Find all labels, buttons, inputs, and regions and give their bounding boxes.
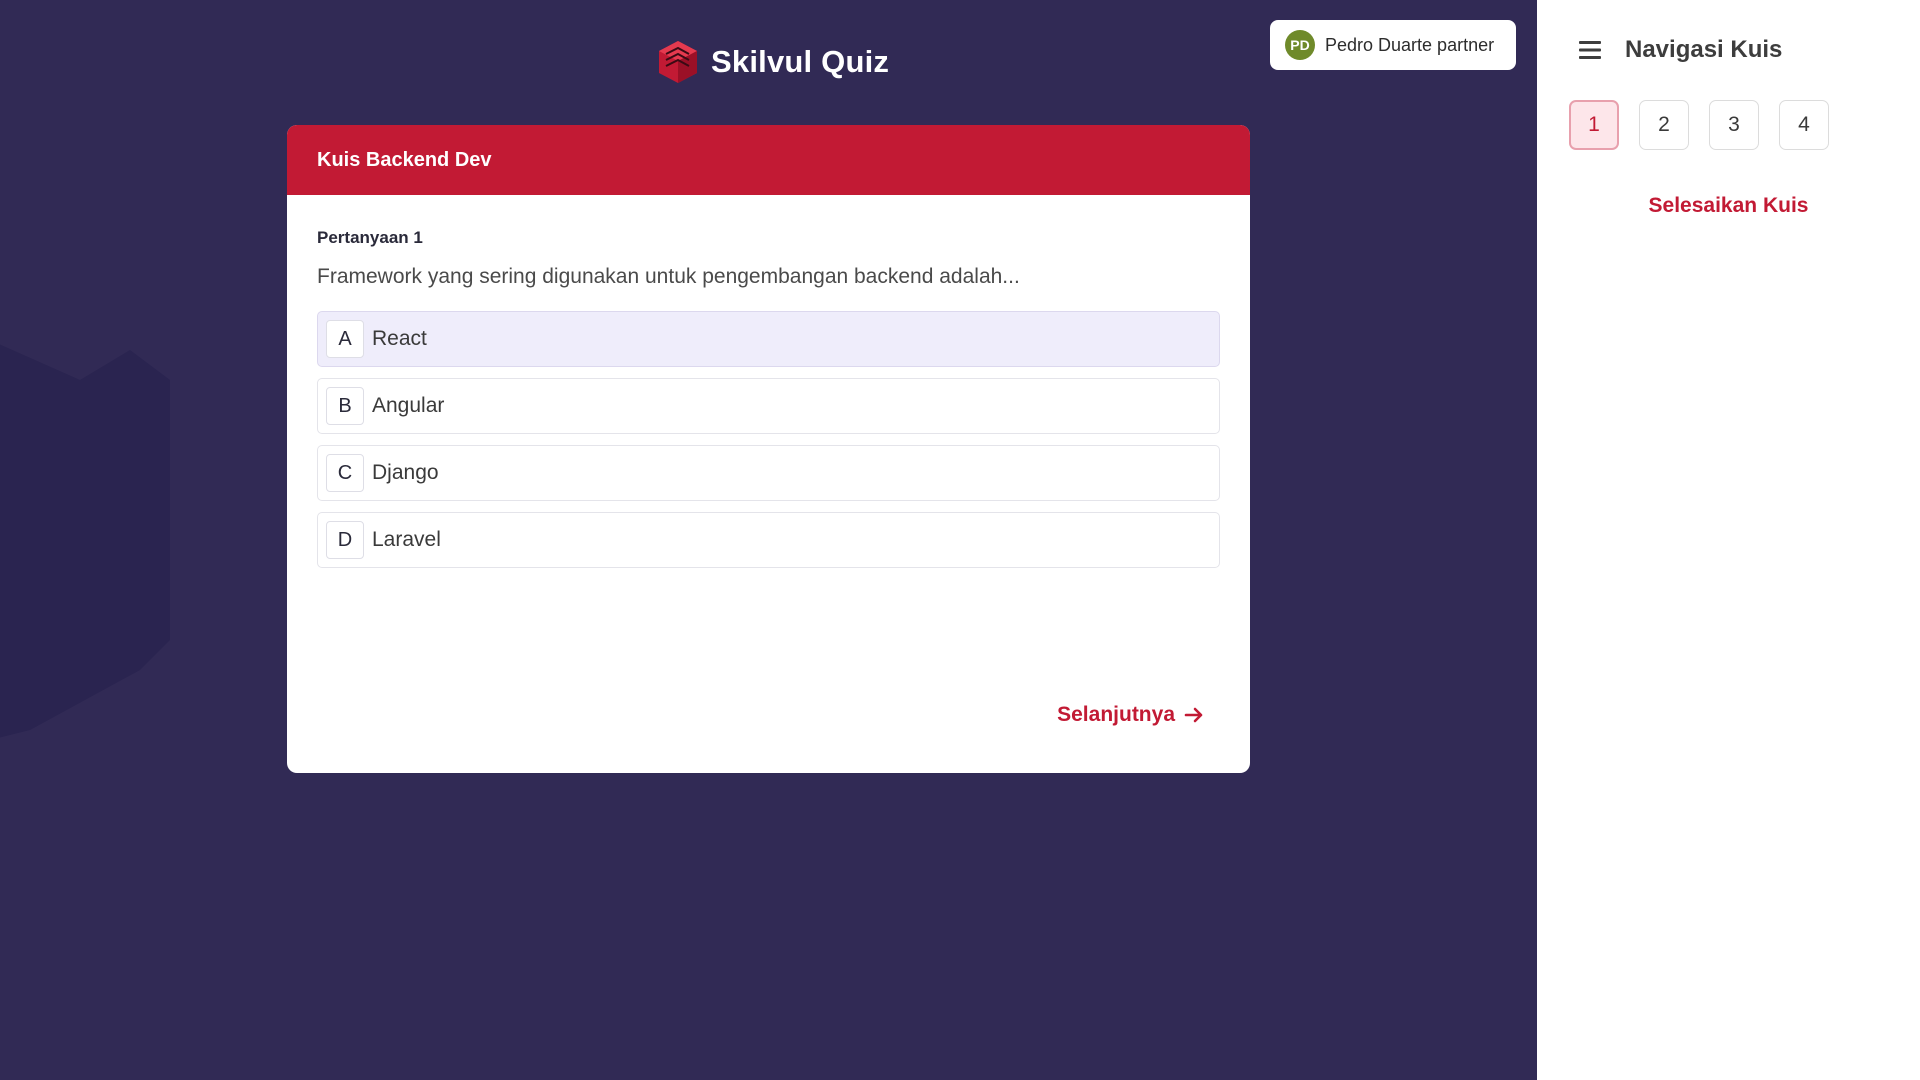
option-d[interactable]: D Laravel <box>317 512 1220 568</box>
sidebar-header: Navigasi Kuis <box>1577 36 1782 64</box>
quiz-navigation-sidebar: Navigasi Kuis 1 2 3 4 Selesaikan Kuis <box>1537 0 1920 1080</box>
next-button[interactable]: Selanjutnya <box>1057 703 1204 727</box>
finish-quiz-button[interactable]: Selesaikan Kuis <box>1537 194 1920 218</box>
answer-options: A React B Angular C Django D Laravel <box>317 311 1220 568</box>
sidebar-title: Navigasi Kuis <box>1625 36 1783 63</box>
main-area: Skilvul Quiz PD Pedro Duarte partner Kui… <box>0 0 1537 1080</box>
option-text: Angular <box>372 394 445 417</box>
question-nav-3[interactable]: 3 <box>1709 100 1759 150</box>
option-letter: B <box>326 387 364 425</box>
user-profile-button[interactable]: PD Pedro Duarte partner <box>1270 20 1516 70</box>
question-nav-4[interactable]: 4 <box>1779 100 1829 150</box>
question-nav-1[interactable]: 1 <box>1569 100 1619 150</box>
background-decoration <box>0 344 170 738</box>
quiz-body: Pertanyaan 1 Framework yang sering digun… <box>287 228 1250 568</box>
quiz-title: Kuis Backend Dev <box>317 148 492 171</box>
skilvul-logo-icon <box>659 41 697 83</box>
option-letter: C <box>326 454 364 492</box>
option-text: Django <box>372 461 439 484</box>
option-text: React <box>372 327 427 350</box>
quiz-header: Kuis Backend Dev <box>287 125 1250 195</box>
option-c[interactable]: C Django <box>317 445 1220 501</box>
brand-name: Skilvul Quiz <box>711 44 890 79</box>
option-letter: A <box>326 320 364 358</box>
option-letter: D <box>326 521 364 559</box>
arrow-right-icon <box>1184 707 1203 723</box>
question-label: Pertanyaan 1 <box>317 228 423 247</box>
hamburger-menu-icon[interactable] <box>1577 38 1603 62</box>
user-name: Pedro Duarte partner <box>1325 34 1495 55</box>
next-button-label: Selanjutnya <box>1057 703 1175 726</box>
avatar: PD <box>1285 30 1315 60</box>
question-navigation: 1 2 3 4 <box>1569 100 1849 150</box>
question-text: Framework yang sering digunakan untuk pe… <box>317 265 1020 288</box>
question-nav-2[interactable]: 2 <box>1639 100 1689 150</box>
option-text: Laravel <box>372 528 441 551</box>
brand: Skilvul Quiz <box>655 38 889 86</box>
option-b[interactable]: B Angular <box>317 378 1220 434</box>
quiz-card: Kuis Backend Dev Pertanyaan 1 Framework … <box>287 125 1250 773</box>
option-a[interactable]: A React <box>317 311 1220 367</box>
